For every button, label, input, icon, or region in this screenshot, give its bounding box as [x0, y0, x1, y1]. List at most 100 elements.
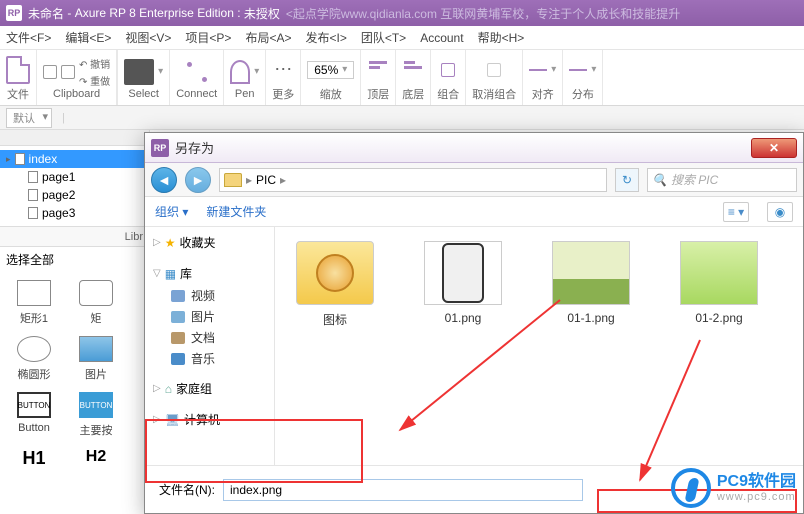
- close-button[interactable]: ✕: [751, 138, 797, 158]
- sidebar-documents[interactable]: 文档: [145, 327, 274, 348]
- music-icon: [171, 353, 185, 365]
- tool-zoom-group: 65%▾ 缩放: [301, 50, 361, 105]
- organize-dropdown[interactable]: 组织 ▾: [155, 203, 188, 220]
- pictures-icon: [171, 311, 185, 323]
- sidebar-libraries[interactable]: ▽▦库: [145, 262, 274, 285]
- sidebar-homegroup[interactable]: ▷⌂家庭组: [145, 377, 274, 400]
- tool-clipboard-label: Clipboard: [53, 88, 100, 100]
- menu-account[interactable]: Account: [420, 31, 463, 45]
- license-status: 未授权: [244, 5, 280, 22]
- page-icon: [28, 189, 38, 201]
- file-item[interactable]: 01-1.png: [541, 241, 641, 325]
- style-dropdown[interactable]: 默认: [6, 108, 52, 128]
- menu-layout[interactable]: 布局<A>: [245, 29, 291, 46]
- tool-ungroup-group: 取消组合: [466, 50, 523, 105]
- menu-help[interactable]: 帮助<H>: [478, 29, 525, 46]
- sidebar: ▸ index page1 page2 page3 Libr 选择全部 矩形1 …: [0, 130, 150, 514]
- view-options-button[interactable]: ≡ ▾: [723, 202, 749, 222]
- filename-input[interactable]: [223, 479, 583, 501]
- undo-link[interactable]: ↶ 撤销: [79, 56, 110, 71]
- app-name: Axure RP 8 Enterprise Edition: [75, 6, 234, 20]
- tool-top-group: 顶层: [361, 50, 396, 105]
- new-folder-button[interactable]: 新建文件夹: [206, 203, 266, 220]
- connect-tool-icon[interactable]: [184, 59, 210, 85]
- help-button[interactable]: ◉: [767, 202, 793, 222]
- image-thumb-icon: [552, 241, 630, 305]
- bring-top-icon[interactable]: [369, 61, 387, 79]
- shape-rect2[interactable]: 矩: [70, 280, 122, 326]
- align-icon[interactable]: [529, 69, 547, 71]
- sidebar-computer[interactable]: ▷🖥计算机: [145, 408, 274, 431]
- tool-group-group: 组合: [431, 50, 466, 105]
- menu-view[interactable]: 视图<V>: [125, 29, 171, 46]
- page-tree: ▸ index page1 page2 page3: [0, 146, 149, 226]
- watermark-logo-icon: [671, 468, 711, 508]
- sidebar-pictures[interactable]: 图片: [145, 306, 274, 327]
- shape-ellipse[interactable]: 椭圆形: [8, 336, 60, 382]
- expand-icon[interactable]: ▸: [6, 154, 11, 165]
- sidebar-music[interactable]: 音乐: [145, 348, 274, 369]
- send-bottom-icon[interactable]: [404, 61, 422, 79]
- nav-back-button[interactable]: ◄: [151, 167, 177, 193]
- secondary-bar: 默认 |: [0, 106, 804, 130]
- video-icon: [171, 290, 185, 302]
- search-icon: 🔍: [652, 173, 667, 187]
- menu-edit[interactable]: 编辑<E>: [65, 29, 111, 46]
- dialog-title: 另存为: [175, 138, 745, 157]
- distribute-icon[interactable]: [569, 69, 587, 71]
- file-item[interactable]: 01-2.png: [669, 241, 769, 325]
- new-file-icon[interactable]: [6, 56, 30, 84]
- sidebar-tab-header: [0, 130, 149, 146]
- search-input[interactable]: 🔍 搜索 PIC: [647, 168, 797, 192]
- tool-bottom-group: 底层: [396, 50, 431, 105]
- ungroup-icon[interactable]: [487, 63, 501, 77]
- library-tab[interactable]: Libr: [0, 226, 149, 246]
- watermark: PC9软件园 www.pc9.com: [671, 468, 796, 508]
- page-icon: [15, 153, 25, 165]
- more-icon[interactable]: ⋯: [274, 59, 292, 80]
- tool-connect-group: Connect: [170, 50, 224, 105]
- image-thumb-icon: [424, 241, 502, 305]
- shape-image[interactable]: 图片: [70, 336, 122, 382]
- refresh-button[interactable]: ↻: [615, 168, 639, 192]
- menu-project[interactable]: 项目<P>: [185, 29, 231, 46]
- select-tool-icon[interactable]: [124, 59, 154, 85]
- cut-icon[interactable]: [61, 65, 75, 79]
- watermark-url: www.pc9.com: [717, 491, 796, 503]
- menu-publish[interactable]: 发布<I>: [305, 29, 346, 46]
- file-item[interactable]: 01.png: [413, 241, 513, 325]
- app-icon: RP: [6, 5, 22, 21]
- sidebar-video[interactable]: 视频: [145, 285, 274, 306]
- sidebar-favorites[interactable]: ▷★收藏夹: [145, 231, 274, 254]
- shape-rect[interactable]: 矩形1: [8, 280, 60, 326]
- select-all-link[interactable]: 选择全部: [0, 246, 149, 272]
- app-titlebar: RP 未命名 - Axure RP 8 Enterprise Edition :…: [0, 0, 804, 26]
- file-item[interactable]: 图标: [285, 241, 385, 328]
- tool-file-label: 文件: [7, 86, 29, 102]
- shape-button[interactable]: BUTTONButton: [8, 392, 60, 438]
- tool-align-group: ▾ 对齐: [523, 50, 563, 105]
- copy-icon[interactable]: [43, 65, 57, 79]
- page-icon: [28, 207, 38, 219]
- group-icon[interactable]: [441, 63, 455, 77]
- zoom-input[interactable]: 65%▾: [307, 61, 354, 79]
- page-tree-item-page1[interactable]: page1: [0, 168, 149, 186]
- shape-h2[interactable]: H2: [70, 448, 122, 469]
- shape-h1[interactable]: H1: [8, 448, 60, 469]
- page-tree-item-index[interactable]: ▸ index: [0, 150, 149, 168]
- main-toolbar: 文件 ↶ 撤销 ↷ 重做 Clipboard ▾ Select Connect …: [0, 50, 804, 106]
- redo-link[interactable]: ↷ 重做: [79, 73, 110, 88]
- documents-icon: [171, 332, 185, 344]
- breadcrumb[interactable]: ▸ PIC ▸: [219, 168, 607, 192]
- nav-forward-button[interactable]: ►: [185, 167, 211, 193]
- menu-file[interactable]: 文件<F>: [6, 29, 51, 46]
- pen-tool-icon[interactable]: [230, 60, 250, 84]
- tool-more-group: ⋯ 更多: [266, 50, 301, 105]
- shape-library: 矩形1 矩 椭圆形 图片 BUTTONButton BUTTON主要按 H1 H…: [0, 272, 149, 477]
- menu-team[interactable]: 团队<T>: [361, 29, 406, 46]
- folder-icon: [296, 241, 374, 305]
- shape-primary[interactable]: BUTTON主要按: [70, 392, 122, 438]
- page-tree-item-page2[interactable]: page2: [0, 186, 149, 204]
- breadcrumb-folder[interactable]: PIC: [256, 173, 276, 187]
- page-tree-item-page3[interactable]: page3: [0, 204, 149, 222]
